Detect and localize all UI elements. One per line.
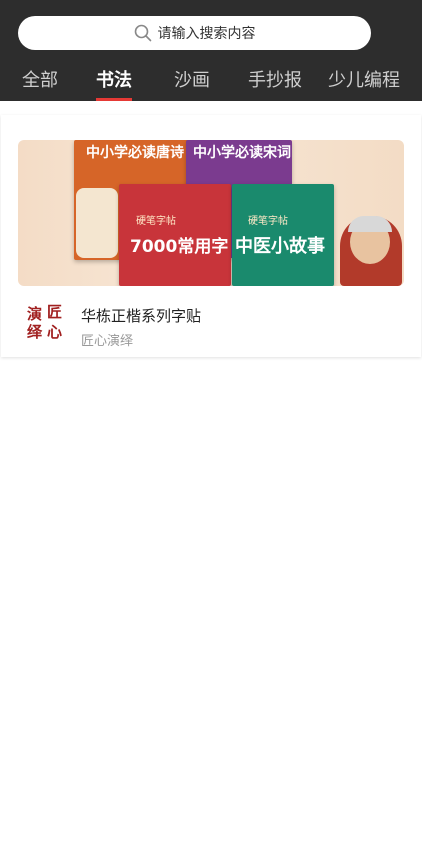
book1-title: 中小学必读唐诗 <box>86 145 184 161</box>
book4-tag: 硬笔字帖 <box>248 216 288 227</box>
tab-kids-coding[interactable]: 少儿编程 <box>328 66 400 101</box>
course-subtitle: 匠心演绎 <box>81 334 134 349</box>
logo-char-2: 匠 <box>47 303 63 321</box>
tab-sand-painting[interactable]: 沙画 <box>174 66 210 101</box>
search-icon <box>134 24 151 42</box>
tab-all[interactable]: 全部 <box>22 66 58 101</box>
course-card[interactable]: 中小学必读唐诗 中小学必读宋词 硬笔字帖 7000常用字 硬笔字帖 中医小故事 … <box>1 115 421 357</box>
course-banner[interactable]: 中小学必读唐诗 中小学必读宋词 硬笔字帖 7000常用字 硬笔字帖 中医小故事 <box>18 140 404 286</box>
category-tabs: 全部 书法 沙画 手抄报 少儿编程 <box>0 66 422 101</box>
book2-title: 中小学必读宋词 <box>193 145 291 161</box>
course-title[interactable]: 华栋正楷系列字贴 <box>81 305 201 326</box>
logo-char-3: 绎 <box>27 323 43 341</box>
author-hair <box>348 216 392 232</box>
top-header: 请输入搜索内容 全部 书法 沙画 手抄报 少儿编程 <box>0 0 422 101</box>
logo-char-1: 演 <box>27 305 43 323</box>
cartoon-figure <box>76 188 118 258</box>
brand-logo: 演 匠 绎 心 <box>25 303 67 345</box>
tab-handwritten-newspaper[interactable]: 手抄报 <box>248 66 302 101</box>
logo-char-4: 心 <box>47 323 63 341</box>
book3-tag: 硬笔字帖 <box>136 216 176 227</box>
tab-calligraphy[interactable]: 书法 <box>96 66 132 101</box>
book3-title: 7000常用字 <box>130 237 229 257</box>
book4-title: 中医小故事 <box>235 236 325 257</box>
search-bar[interactable]: 请输入搜索内容 <box>18 16 371 50</box>
search-placeholder: 请输入搜索内容 <box>157 26 256 42</box>
